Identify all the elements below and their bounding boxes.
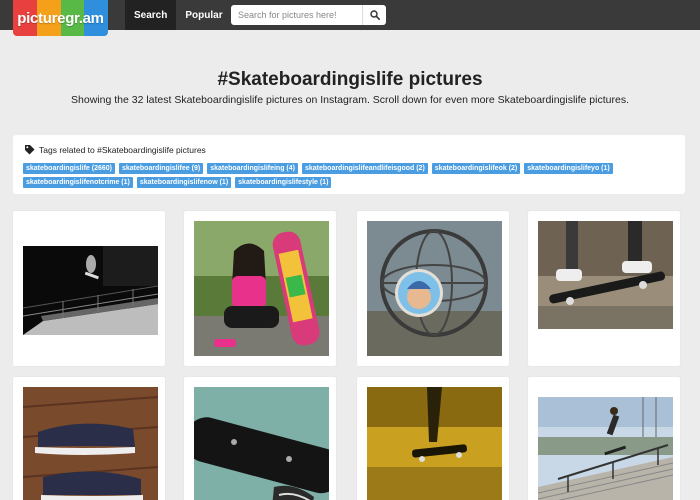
picture-card[interactable] — [184, 377, 336, 500]
tag-icon — [25, 145, 35, 155]
tag-row-2: skateboardingislifenotcrime (1) skateboa… — [23, 177, 335, 188]
picture-card[interactable] — [357, 377, 509, 500]
page-subtitle: Showing the 32 latest Skateboardingislif… — [71, 94, 629, 106]
search-input[interactable] — [231, 5, 362, 25]
tag-link[interactable]: skateboardingislifestyle (1) — [235, 177, 332, 188]
picture-card[interactable] — [528, 377, 680, 500]
photo-girl-with-skateboard — [194, 221, 329, 356]
tag-link[interactable]: skateboardingislifeyo (1) — [524, 163, 613, 174]
tag-link[interactable]: skateboardingislifenow (1) — [136, 177, 232, 188]
related-tags-title: Tags related to #Skateboardingislife pic… — [39, 144, 206, 155]
tag-link[interactable]: skateboardingislife (2660) — [23, 163, 115, 174]
page-title: #Skateboardingislife pictures — [217, 69, 483, 90]
photo-skateboard-feet — [538, 221, 673, 329]
search-icon — [369, 10, 380, 20]
photo-unisphere-globe — [367, 221, 502, 356]
logo-text: picturegr.am — [17, 9, 104, 27]
tag-link[interactable]: skateboardingislifeandlifeisgood (2) — [301, 163, 428, 174]
tag-link[interactable]: skateboardingislifeing (4) — [207, 163, 298, 174]
photo-skateboard-deck — [194, 387, 329, 500]
picture-card[interactable] — [357, 211, 509, 366]
related-tags-panel: Tags related to #Skateboardingislife pic… — [13, 135, 685, 194]
photo-night-skate-ramp — [23, 246, 158, 335]
tag-row-1: skateboardingislife (2660) skateboarding… — [23, 163, 617, 174]
search-button[interactable] — [362, 5, 386, 25]
nav-popular[interactable]: Popular — [176, 0, 231, 30]
main-nav: Search Popular — [125, 0, 232, 30]
picture-card[interactable] — [13, 377, 165, 500]
photo-stair-rail-grind — [538, 397, 673, 500]
related-tags-header: Tags related to #Skateboardingislife pic… — [24, 144, 206, 155]
picture-card[interactable] — [13, 211, 165, 366]
photo-skateboard-yellow-light — [367, 387, 502, 500]
site-logo[interactable]: picturegr.am — [13, 0, 108, 36]
top-navigation-bar: picturegr.am Search Popular — [0, 0, 700, 36]
picture-card[interactable] — [528, 211, 680, 366]
nav-search[interactable]: Search — [125, 0, 177, 30]
tag-link[interactable]: skateboardingislifeok (2) — [431, 163, 521, 174]
picture-card[interactable] — [184, 211, 336, 366]
tag-link[interactable]: skateboardingislifee (9) — [118, 163, 204, 174]
search-box — [231, 5, 386, 25]
photo-sneakers-on-floor — [23, 387, 158, 500]
tag-link[interactable]: skateboardingislifenotcrime (1) — [23, 177, 133, 188]
